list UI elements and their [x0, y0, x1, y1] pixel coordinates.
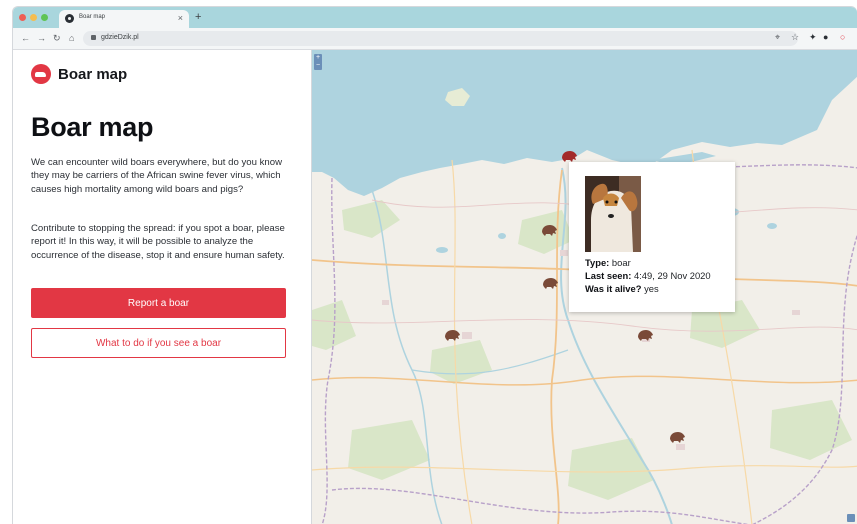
location-icon[interactable]: ⌖ — [775, 32, 780, 42]
opera-icon[interactable]: ○ — [840, 32, 845, 42]
popup-details: Type: boar Last seen: 4:49, 29 Nov 2020 … — [585, 256, 711, 295]
zoom-in-button[interactable]: + — [314, 54, 322, 62]
brand-name: Boar map — [58, 65, 128, 83]
back-icon[interactable]: ← — [21, 33, 30, 43]
attribution-toggle[interactable] — [847, 514, 855, 522]
what-to-do-button[interactable]: What to do if you see a boar — [31, 328, 286, 358]
star-icon[interactable]: ☆ — [791, 32, 799, 42]
popup-type-line: Type: boar — [585, 256, 711, 269]
boar-popup: Type: boar Last seen: 4:49, 29 Nov 2020 … — [569, 162, 735, 312]
toolbar: ← → ↻ ⌂ gdzieDzik.pl ⌖ ☆ ✦ ● ○ — [13, 28, 857, 50]
window-controls — [19, 14, 48, 21]
last-seen-label: Last seen: — [585, 270, 632, 281]
url-text: gdzieDzik.pl — [101, 34, 139, 41]
brand[interactable]: Boar map — [31, 64, 127, 84]
boar-marker[interactable] — [540, 223, 558, 237]
minimize-window-button[interactable] — [30, 14, 37, 21]
close-window-button[interactable] — [19, 14, 26, 21]
reload-icon[interactable]: ↻ — [53, 33, 61, 43]
zoom-out-button[interactable]: − — [314, 62, 322, 70]
tab-strip: Boar map × + — [13, 7, 857, 28]
mic-icon[interactable]: ● — [823, 32, 828, 42]
intro-paragraph: We can encounter wild boars everywhere, … — [31, 157, 282, 195]
pin-icon[interactable]: ✦ — [809, 32, 817, 42]
boar-logo-icon — [31, 64, 51, 84]
popup-alive-line: Was it alive? yes — [585, 282, 711, 295]
tab-title: Boar map — [79, 14, 106, 20]
zoom-control[interactable]: + − — [314, 54, 322, 70]
type-value: boar — [611, 257, 631, 268]
map[interactable]: + − Type: boar Last seen: 4:49, 29 Nov 2… — [311, 50, 857, 524]
alive-label: Was it alive? — [585, 283, 642, 294]
last-seen-value: 4:49, 29 Nov 2020 — [633, 270, 711, 281]
type-label: Type: — [585, 257, 610, 268]
sidebar: Boar map Boar map We can encounter wild … — [13, 50, 311, 524]
maximize-window-button[interactable] — [41, 14, 48, 21]
home-icon[interactable]: ⌂ — [69, 33, 74, 43]
new-tab-button[interactable]: + — [195, 12, 201, 23]
favicon-icon — [65, 14, 74, 23]
call-to-action-paragraph: Contribute to stopping the spread: if yo… — [31, 223, 285, 261]
alive-value: yes — [644, 283, 659, 294]
tab-close-icon[interactable]: × — [178, 13, 183, 23]
boar-photo — [585, 176, 641, 252]
page-title: Boar map — [31, 112, 154, 142]
browser-window: Boar map × + ← → ↻ ⌂ gdzieDzik.pl ⌖ ☆ ✦ … — [12, 6, 857, 524]
forward-icon[interactable]: → — [37, 33, 46, 43]
report-boar-button[interactable]: Report a boar — [31, 288, 286, 318]
boar-marker[interactable] — [636, 328, 654, 342]
tab-boar-map[interactable]: Boar map × — [59, 10, 189, 28]
lock-icon — [91, 35, 96, 40]
boar-marker[interactable] — [541, 276, 559, 290]
boar-marker[interactable] — [560, 149, 578, 163]
popup-last-seen-line: Last seen: 4:49, 29 Nov 2020 — [585, 269, 711, 282]
boar-marker[interactable] — [443, 328, 461, 342]
address-bar[interactable]: gdzieDzik.pl — [83, 31, 798, 46]
boar-marker[interactable] — [668, 430, 686, 444]
